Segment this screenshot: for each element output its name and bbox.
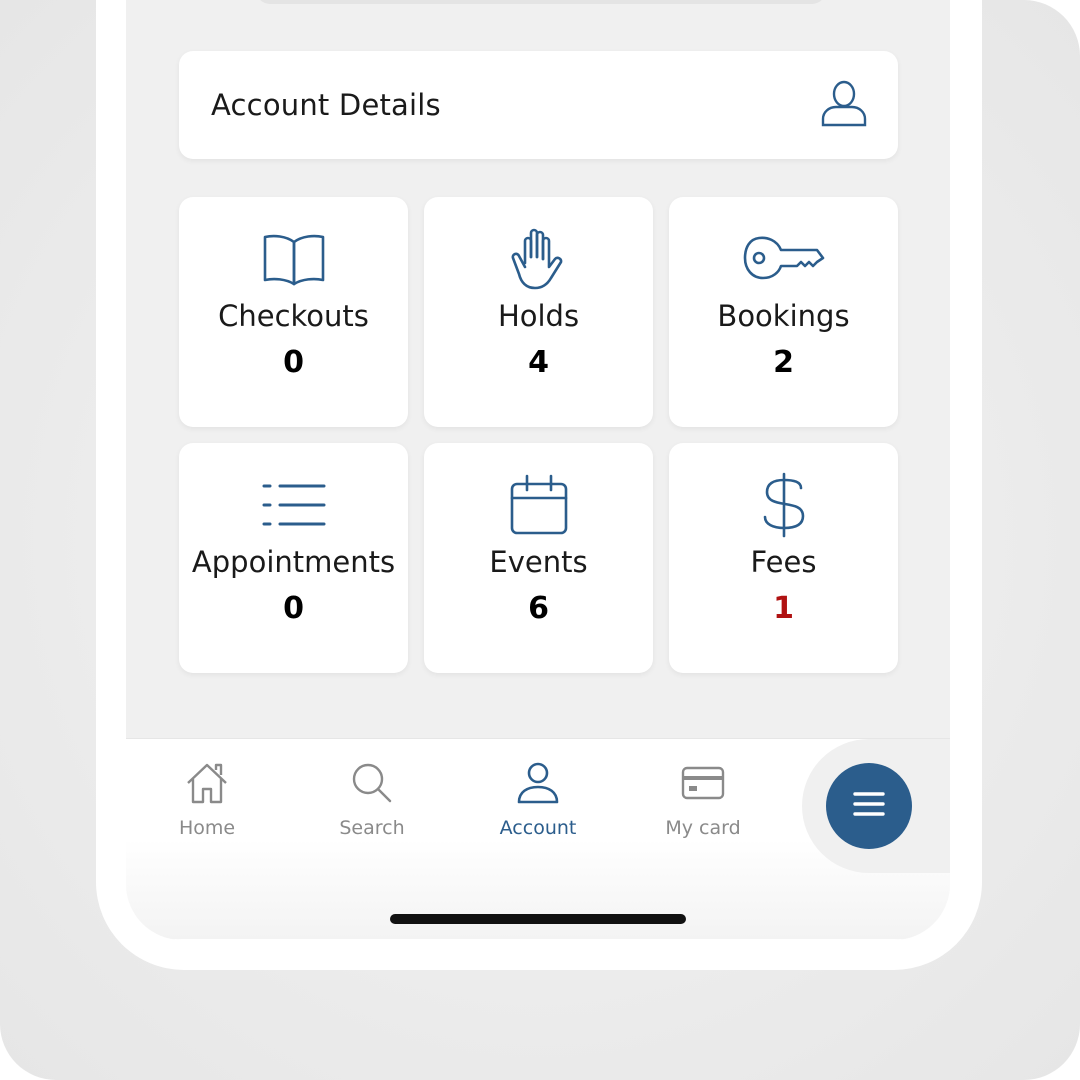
tab-home[interactable]: Home: [132, 761, 282, 839]
menu-icon: [852, 791, 886, 821]
list-icon: [262, 473, 326, 537]
user-icon: [820, 78, 868, 132]
search-icon: [350, 761, 394, 809]
tile-count: 6: [528, 591, 549, 626]
tile-bookings[interactable]: Bookings 2: [669, 197, 898, 427]
dollar-icon: [761, 472, 807, 538]
tab-account[interactable]: Account: [463, 761, 613, 839]
book-icon: [262, 227, 326, 291]
account-summary-grid: Checkouts 0 Holds 4 Bookings 2 Appointme…: [179, 197, 898, 673]
tab-search[interactable]: Search: [297, 761, 447, 839]
tile-label: Holds: [497, 299, 580, 333]
tile-count: 1: [773, 591, 794, 626]
card-icon: [681, 761, 725, 809]
key-icon: [743, 227, 825, 291]
tile-count: 4: [528, 345, 549, 380]
tile-holds[interactable]: Holds 4: [424, 197, 653, 427]
tile-appointments[interactable]: Appointments 0: [179, 443, 408, 673]
tile-checkouts[interactable]: Checkouts 0: [179, 197, 408, 427]
account-details-button[interactable]: Account Details: [179, 51, 898, 159]
tab-my-card[interactable]: My card: [628, 761, 778, 839]
tile-events[interactable]: Events 6: [424, 443, 653, 673]
top-card-edge: [256, 0, 826, 4]
calendar-icon: [509, 473, 569, 537]
tile-label: Bookings: [717, 299, 850, 333]
tile-label: Appointments: [191, 545, 396, 579]
app-screen: Account Details Checkouts 0 Holds 4 Book…: [126, 0, 950, 940]
tab-label: Home: [178, 817, 236, 839]
tile-count: 2: [773, 345, 794, 380]
tile-label: Events: [489, 545, 588, 579]
tile-fees[interactable]: Fees 1: [669, 443, 898, 673]
tile-label: Checkouts: [218, 299, 369, 333]
tab-label: Search: [339, 817, 405, 839]
tab-label: Account: [499, 817, 577, 839]
home-indicator: [390, 914, 686, 924]
tile-label: Fees: [750, 545, 817, 579]
account-details-label: Account Details: [211, 88, 441, 122]
bottom-tab-bar: Home Search Account My card: [126, 738, 950, 940]
tile-count: 0: [283, 345, 304, 380]
tab-label: My card: [665, 817, 741, 839]
menu-button[interactable]: [826, 763, 912, 849]
account-icon: [516, 761, 560, 809]
home-icon: [185, 761, 229, 809]
hand-icon: [509, 227, 569, 291]
tile-count: 0: [283, 591, 304, 626]
